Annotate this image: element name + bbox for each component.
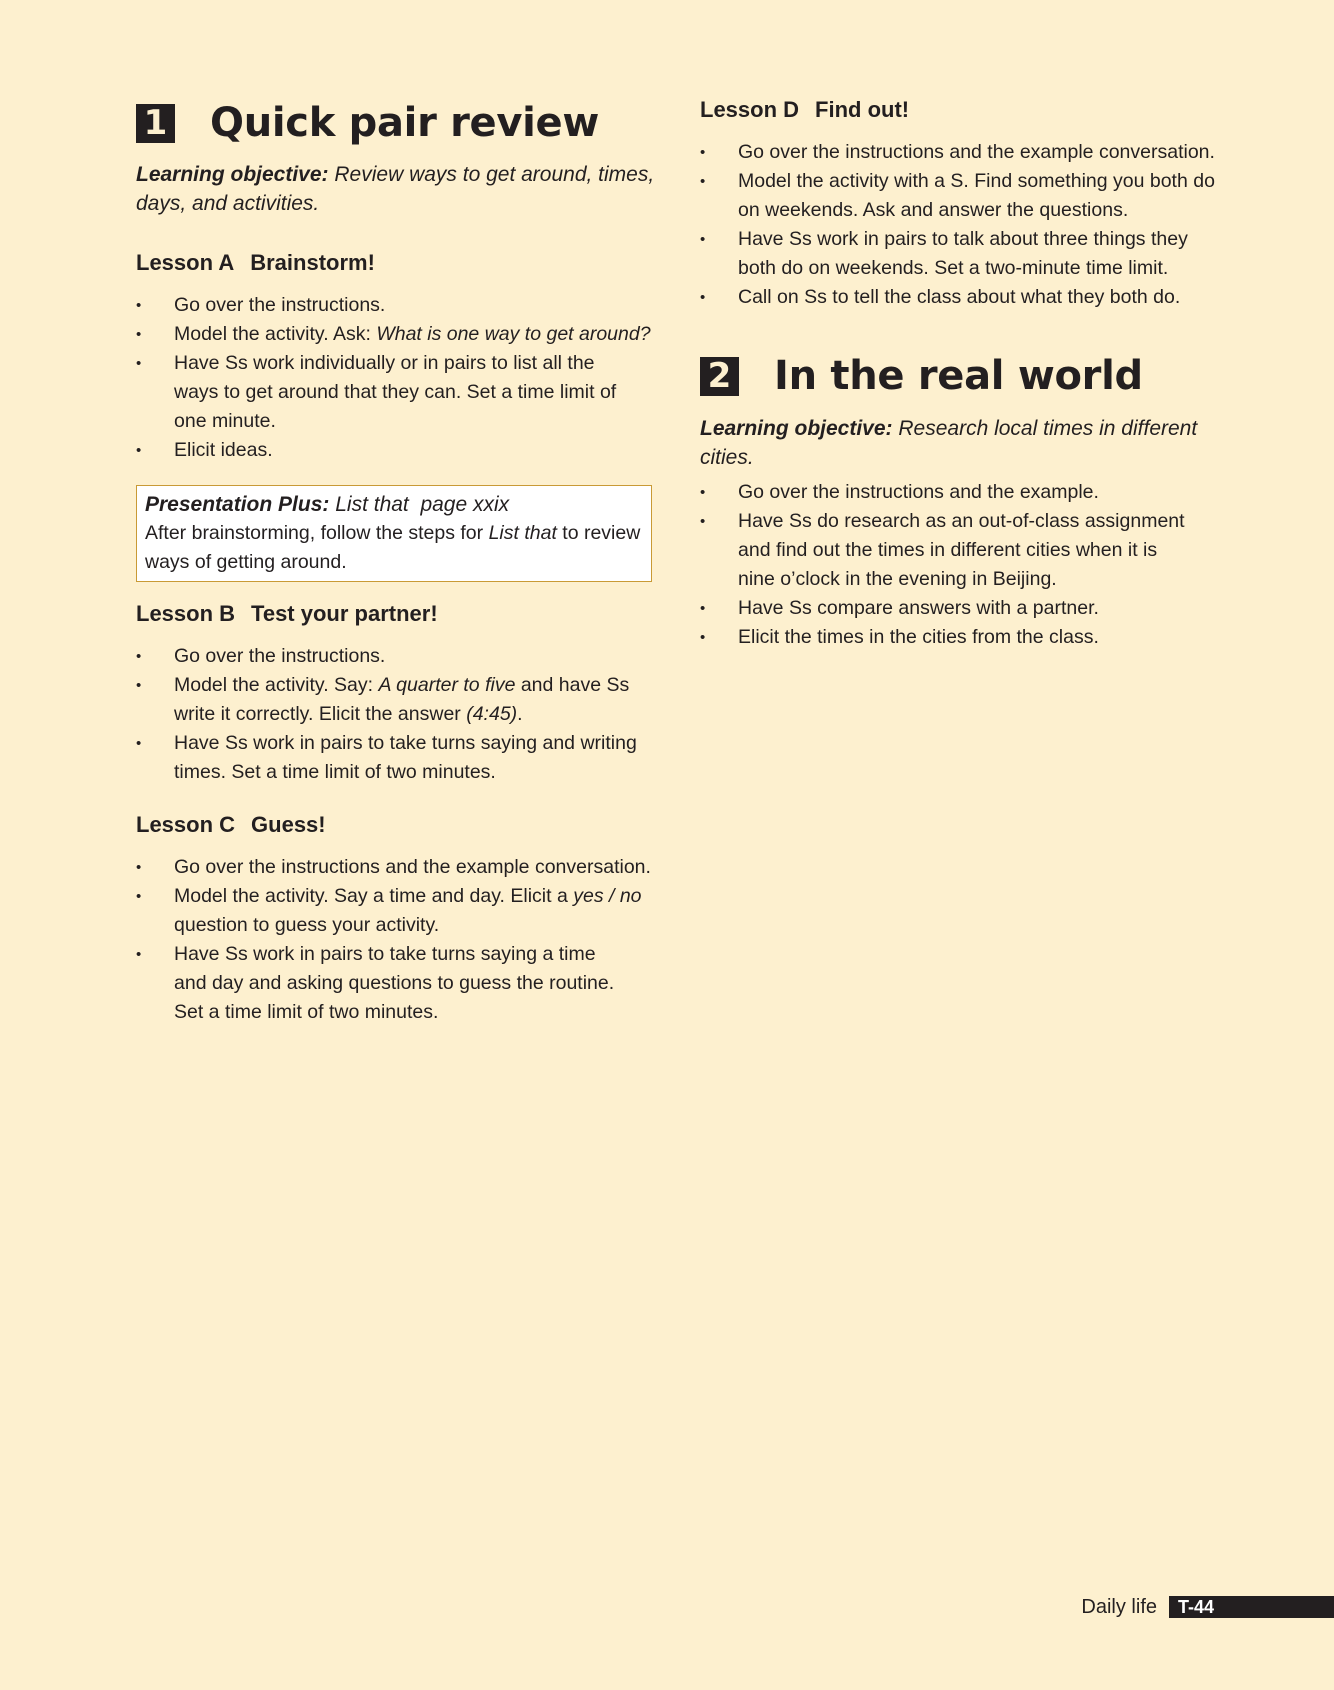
list-item: Call on Ss to tell the class about what … [700,283,1230,312]
lesson-a-list: Go over the instructions. Model the acti… [136,291,660,465]
presentation-plus-body: After brainstorming, follow the steps fo… [145,522,641,573]
list-item: Go over the instructions and the example… [700,138,1230,167]
list-item: Elicit the times in the cities from the … [700,623,1190,652]
lesson-d-list: Go over the instructions and the example… [700,138,1230,312]
list-item: Model the activity. Say a time and day. … [136,882,660,940]
list-item: Have Ss work individually or in pairs to… [136,349,660,436]
page-footer: Daily life T-44 [0,1596,1334,1618]
box-label: Presentation Plus: [145,493,330,516]
lesson-c-list: Go over the instructions and the example… [136,853,660,1027]
list-item: Have Ss do research as an out-of-class a… [700,507,1190,594]
list-item: Have Ss work in pairs to take turns sayi… [136,729,660,787]
lesson-c-heading: Lesson C Guess! [136,811,326,839]
section-title: Quick pair review [210,100,600,146]
lesson-title: Find out! [815,97,910,122]
section-title: In the real world [774,353,1143,399]
list-item: Elicit ideas. [136,436,660,465]
list-item: Go over the instructions. [136,291,660,320]
list-item: Have Ss work in pairs to take turns sayi… [136,940,660,1027]
lesson-letter: Lesson B [136,601,236,626]
lesson-title: Test your partner! [251,601,438,626]
list-item: Model the activity. Ask: What is one way… [136,320,660,349]
list-item: Model the activity. Say: A quarter to fi… [136,671,660,729]
list-item: Model the activity with a S. Find someth… [700,167,1230,225]
list-item: Go over the instructions. [136,642,660,671]
presentation-plus-box: Presentation Plus: List that page xxix A… [136,485,652,582]
lesson-letter: Lesson C [136,812,236,837]
unit-name: Daily life [1081,1596,1157,1618]
section-2-list: Go over the instructions and the example… [700,478,1190,652]
box-activity: List that [329,493,409,516]
lesson-letter: Lesson D [700,97,800,122]
list-item: Have Ss compare answers with a partner. [700,594,1190,623]
list-item: Go over the instructions and the example… [700,478,1190,507]
section-2-header: 2 In the real world [700,356,1143,396]
list-item: Go over the instructions and the example… [136,853,660,882]
section-number: 1 [136,103,175,143]
lesson-b-heading: Lesson B Test your partner! [136,600,438,628]
learning-objective: Learning objective: Research local times… [700,414,1200,472]
lesson-letter: Lesson A [136,250,235,275]
objective-label: Learning objective: [700,417,893,440]
section-number: 2 [700,356,739,396]
page-number: T-44 [1169,1596,1334,1618]
lesson-d-heading: Lesson D Find out! [700,96,909,124]
list-item: Have Ss work in pairs to talk about thre… [700,225,1230,283]
lesson-title: Brainstorm! [250,250,375,275]
presentation-plus-title: Presentation Plus: List that page xxix [145,490,643,519]
section-1-header: 1 Quick pair review [136,103,599,143]
box-page-ref: page xxix [420,493,510,516]
lesson-b-list: Go over the instructions. Model the acti… [136,642,660,787]
lesson-title: Guess! [251,812,326,837]
objective-label: Learning objective: [136,163,329,186]
learning-objective: Learning objective: Review ways to get a… [136,160,660,218]
lesson-a-heading: Lesson A Brainstorm! [136,249,375,277]
